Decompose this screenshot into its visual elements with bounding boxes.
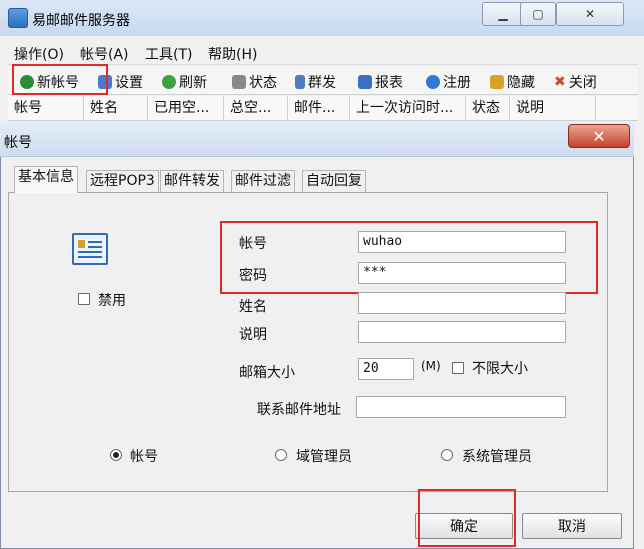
close-icon: ✖: [554, 74, 566, 90]
broadcast-button[interactable]: 群发: [295, 72, 336, 92]
unlimited-checkbox[interactable]: [452, 362, 464, 374]
col-last-access[interactable]: 上一次访问时...: [350, 96, 466, 120]
register-label: 注册: [443, 75, 471, 91]
dialog-close-button[interactable]: ✕: [568, 124, 630, 148]
col-total-space[interactable]: 总空...: [224, 96, 288, 120]
radio-selected-dot: [113, 452, 119, 458]
status-button[interactable]: 状态: [232, 72, 277, 92]
new-account-highlight: [12, 64, 108, 95]
tab-forward[interactable]: 邮件转发: [160, 170, 224, 192]
broadcast-label: 群发: [308, 75, 336, 91]
window-close-button[interactable]: ✕: [556, 2, 624, 26]
refresh-button[interactable]: 刷新: [162, 72, 207, 92]
report-icon: [358, 75, 372, 89]
app-title: 易邮邮件服务器: [32, 13, 130, 29]
contact-email-label: 联系邮件地址: [257, 402, 341, 418]
role-system-admin-label: 系统管理员: [462, 449, 532, 465]
refresh-icon: [162, 75, 176, 89]
menu-account[interactable]: 帐号(A): [80, 44, 129, 64]
disable-checkbox[interactable]: [78, 293, 90, 305]
col-name[interactable]: 姓名: [84, 96, 148, 120]
desc-label: 说明: [239, 327, 267, 343]
refresh-label: 刷新: [179, 75, 207, 91]
dialog-title: 帐号: [4, 135, 32, 151]
disable-label: 禁用: [98, 293, 126, 309]
close-x-icon: ✕: [592, 126, 606, 146]
tab-remote-pop3[interactable]: 远程POP3: [86, 170, 159, 192]
broadcast-icon: [295, 75, 305, 89]
tab-basic-info[interactable]: 基本信息: [14, 166, 78, 193]
menu-operate[interactable]: 操作(O): [14, 44, 64, 64]
hide-label: 隐藏: [507, 75, 535, 91]
name-input[interactable]: [358, 292, 566, 314]
tab-auto-reply[interactable]: 自动回复: [302, 170, 366, 192]
contact-card-icon: [72, 233, 108, 265]
tab-filter[interactable]: 邮件过滤: [231, 170, 295, 192]
menu-tools[interactable]: 工具(T): [145, 44, 192, 64]
desc-input[interactable]: [358, 321, 566, 343]
close-app-button[interactable]: ✖ 关闭: [554, 72, 597, 92]
mailbox-size-input[interactable]: 20: [358, 358, 414, 380]
col-mail[interactable]: 邮件...: [288, 96, 350, 120]
role-account-label: 帐号: [130, 449, 158, 465]
maximize-icon: ▢: [532, 7, 544, 21]
credentials-highlight: [220, 221, 598, 294]
info-icon: [426, 75, 440, 89]
col-status[interactable]: 状态: [466, 96, 510, 120]
close-app-label: 关闭: [568, 75, 597, 91]
ok-highlight: [418, 489, 516, 547]
window-close-icon: ✕: [584, 7, 596, 21]
app-icon: [8, 8, 28, 28]
hide-icon: [490, 75, 504, 89]
report-label: 报表: [375, 75, 403, 91]
status-icon: [232, 75, 246, 89]
unlimited-label: 不限大小: [472, 361, 528, 377]
col-desc[interactable]: 说明: [510, 96, 596, 120]
cancel-button[interactable]: 取消: [522, 513, 622, 539]
contact-email-input[interactable]: [356, 396, 566, 418]
mailbox-size-label: 邮箱大小: [239, 365, 295, 381]
maximize-button[interactable]: ▢: [520, 2, 556, 26]
menu-help[interactable]: 帮助(H): [208, 44, 257, 64]
settings-label: 设置: [115, 75, 143, 91]
col-used-space[interactable]: 已用空...: [148, 96, 224, 120]
name-label: 姓名: [239, 299, 267, 315]
minimize-icon: ▁: [498, 7, 508, 21]
role-account-radio[interactable]: [110, 449, 122, 461]
mailbox-size-unit: (M): [421, 359, 441, 373]
role-domain-admin-label: 域管理员: [296, 449, 352, 465]
role-domain-admin-radio[interactable]: [275, 449, 287, 461]
report-button[interactable]: 报表: [358, 72, 403, 92]
register-button[interactable]: 注册: [426, 72, 471, 92]
col-account[interactable]: 帐号: [8, 96, 84, 120]
hide-button[interactable]: 隐藏: [490, 72, 535, 92]
role-system-admin-radio[interactable]: [441, 449, 453, 461]
dialog-titlebar: [0, 122, 634, 157]
minimize-button[interactable]: ▁: [482, 2, 524, 26]
status-label: 状态: [249, 75, 277, 91]
